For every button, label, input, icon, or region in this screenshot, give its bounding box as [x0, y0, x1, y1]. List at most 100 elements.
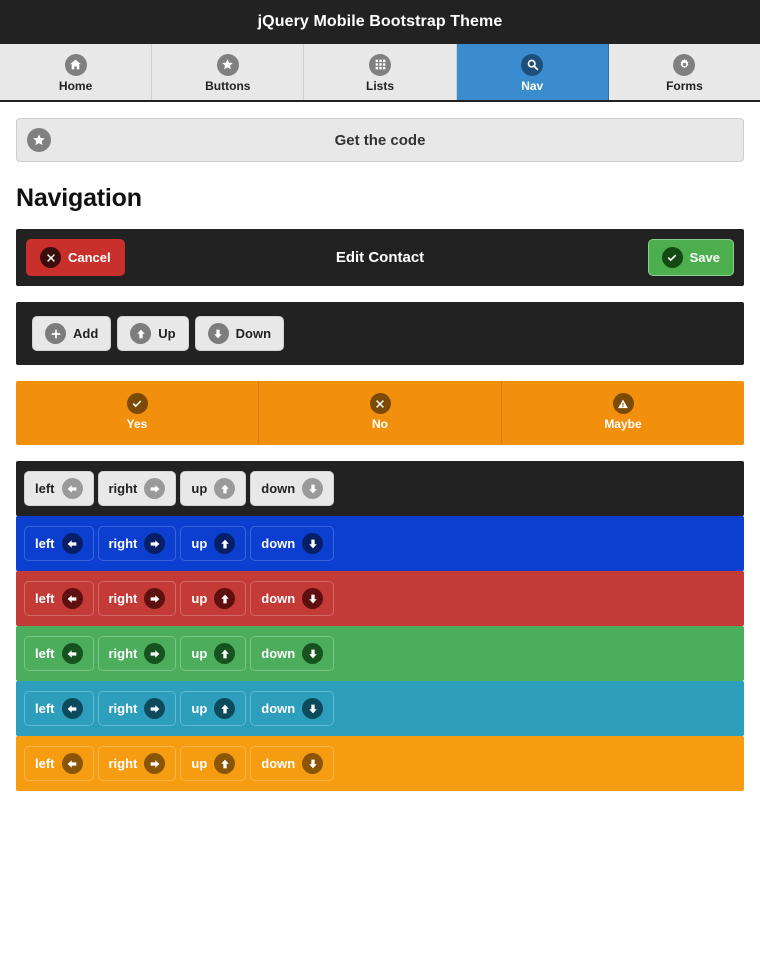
arrow-right-icon — [144, 698, 166, 719]
navbar-label-yes: Yes — [126, 417, 148, 431]
up-button[interactable]: up — [180, 691, 247, 726]
tab-label-home: Home — [58, 78, 93, 93]
delete-icon — [369, 393, 391, 414]
left-button-label: left — [35, 756, 55, 771]
star-icon — [216, 53, 239, 76]
add-button-label: Add — [73, 326, 99, 341]
tab-label-buttons: Buttons — [205, 78, 251, 93]
down-button-label: down — [261, 591, 296, 606]
button-row-orange: left right up down — [16, 736, 744, 791]
tab-buttons[interactable]: Buttons — [152, 44, 305, 100]
navbar-item-no[interactable]: No — [259, 381, 502, 445]
tab-home[interactable]: Home — [0, 44, 153, 100]
down-button[interactable]: down — [250, 636, 335, 671]
right-button-label: right — [108, 756, 138, 771]
arrow-up-icon — [214, 643, 236, 664]
arrow-down-icon — [302, 698, 324, 719]
down-button[interactable]: down — [250, 526, 335, 561]
left-button[interactable]: left — [24, 581, 94, 616]
right-button[interactable]: right — [97, 581, 177, 616]
grid-icon — [369, 53, 391, 76]
delete-icon — [40, 247, 61, 268]
arrow-right-icon — [144, 533, 166, 554]
right-button-label: right — [108, 481, 138, 496]
right-button[interactable]: right — [97, 636, 177, 671]
up-button[interactable]: up — [180, 636, 247, 671]
cancel-button[interactable]: Cancel — [26, 239, 125, 276]
up-button-label: Up — [158, 326, 176, 341]
up-button[interactable]: up — [180, 526, 247, 561]
navbar-item-maybe[interactable]: Maybe — [502, 381, 744, 445]
left-button[interactable]: left — [24, 746, 94, 781]
edit-contact-title: Edit Contact — [335, 249, 425, 266]
app-header: jQuery Mobile Bootstrap Theme — [0, 0, 760, 44]
page-title: Navigation — [16, 184, 142, 212]
arrow-up-icon — [214, 698, 236, 719]
down-button[interactable]: down — [250, 471, 335, 506]
up-button-label: up — [191, 481, 208, 496]
navbar-item-yes[interactable]: Yes — [16, 381, 259, 445]
arrow-up-icon — [214, 753, 236, 774]
left-button[interactable]: left — [24, 691, 94, 726]
navbar-label-maybe: Maybe — [604, 417, 642, 431]
arrow-right-icon — [144, 643, 166, 664]
tab-label-forms: Forms — [666, 78, 703, 93]
left-button[interactable]: left — [24, 471, 94, 506]
left-button[interactable]: left — [24, 526, 94, 561]
collapsible-get-the-code[interactable]: Get the code — [16, 118, 744, 162]
arrow-up-icon — [214, 533, 236, 554]
tab-label-lists: Lists — [366, 78, 395, 93]
up-button-label: up — [191, 536, 208, 551]
arrow-left-icon — [61, 478, 83, 499]
alert-icon — [612, 393, 634, 414]
up-button[interactable]: up — [180, 581, 247, 616]
arrow-left-icon — [61, 698, 83, 719]
arrow-right-icon — [144, 588, 166, 609]
right-button-label: right — [108, 536, 138, 551]
arrow-left-icon — [61, 753, 83, 774]
up-button-label: up — [191, 646, 208, 661]
button-row-red: left right up down — [16, 571, 744, 626]
arrow-right-icon — [144, 478, 166, 499]
left-button[interactable]: left — [24, 636, 94, 671]
add-button[interactable]: Add — [32, 316, 112, 351]
check-icon — [661, 247, 683, 268]
down-button[interactable]: Down — [194, 316, 285, 351]
left-button-label: left — [35, 646, 55, 661]
home-icon — [64, 53, 87, 76]
arrow-left-icon — [61, 588, 83, 609]
right-button[interactable]: right — [97, 691, 177, 726]
button-row-blue: left right up down — [16, 516, 744, 571]
right-button[interactable]: right — [97, 526, 177, 561]
tab-nav[interactable]: Nav — [456, 44, 609, 100]
left-button-label: left — [35, 591, 55, 606]
arrow-right-icon — [144, 753, 166, 774]
down-button[interactable]: down — [250, 581, 335, 616]
arrow-down-icon — [207, 323, 229, 344]
up-button[interactable]: up — [180, 746, 247, 781]
down-button-label: down — [261, 646, 296, 661]
gear-icon — [673, 53, 696, 76]
up-button[interactable]: up — [180, 471, 247, 506]
tab-forms[interactable]: Forms — [609, 44, 760, 100]
plus-icon — [45, 323, 66, 344]
right-button[interactable]: right — [97, 471, 177, 506]
down-button-label: down — [261, 536, 296, 551]
down-button[interactable]: down — [250, 691, 335, 726]
up-button-label: up — [191, 756, 208, 771]
check-icon — [126, 393, 148, 414]
save-button[interactable]: Save — [647, 239, 734, 276]
down-button-label: down — [261, 481, 296, 496]
search-icon — [521, 53, 544, 76]
save-button-label: Save — [689, 250, 720, 265]
collapsible-title: Get the code — [334, 131, 426, 149]
right-button-label: right — [108, 646, 138, 661]
down-button[interactable]: down — [250, 746, 335, 781]
arrow-left-icon — [61, 533, 83, 554]
navbar-label-no: No — [372, 417, 388, 431]
cancel-button-label: Cancel — [68, 250, 111, 265]
up-button[interactable]: Up — [117, 316, 189, 351]
arrow-down-icon — [302, 643, 324, 664]
right-button[interactable]: right — [97, 746, 177, 781]
tab-lists[interactable]: Lists — [304, 44, 457, 100]
